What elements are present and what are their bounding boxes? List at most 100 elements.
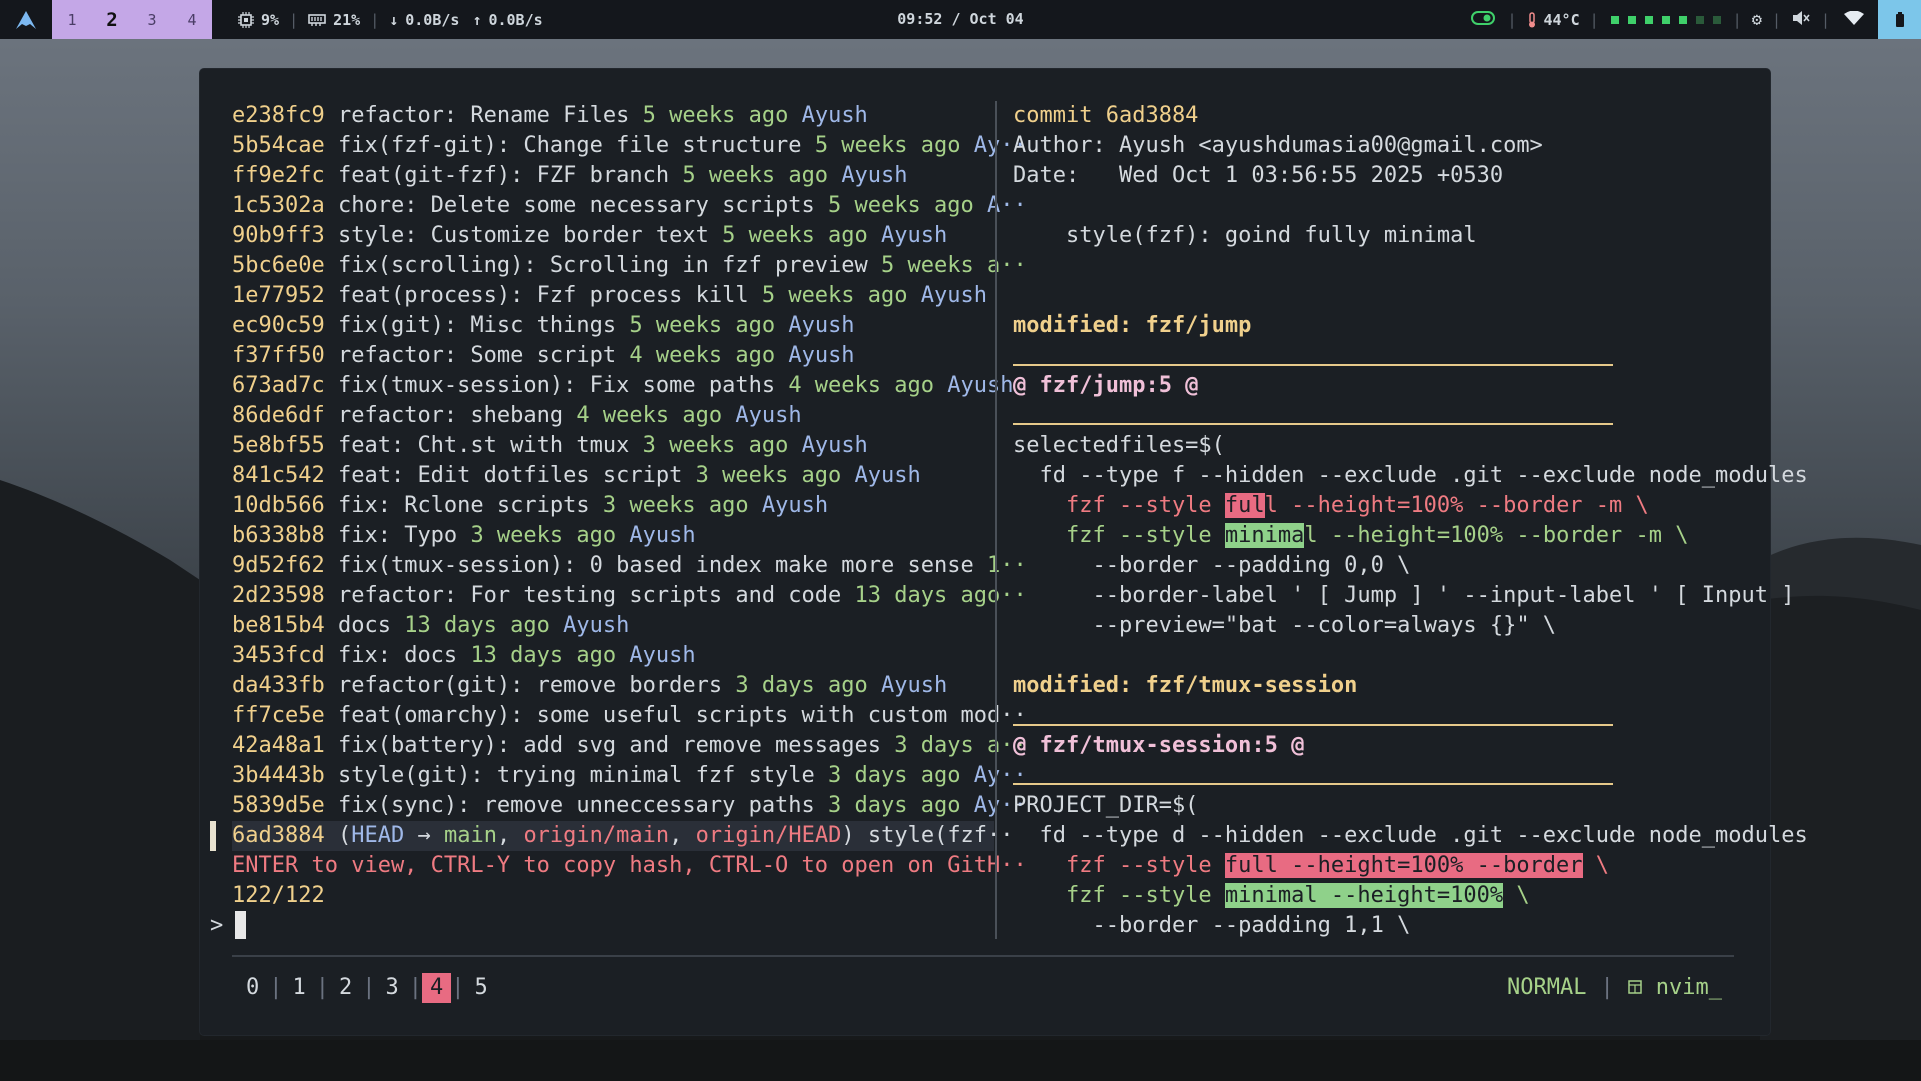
workspace-3[interactable]: 3 xyxy=(132,0,172,39)
separator: | xyxy=(370,10,380,29)
commit-hash: 5b54cae xyxy=(232,133,325,158)
commit-hash: ff9e2fc xyxy=(232,163,325,188)
commit-time: 5 weeks ago xyxy=(828,193,974,218)
commit-row[interactable]: 841c542 feat: Edit dotfiles script 3 wee… xyxy=(232,461,994,491)
commit-hash: 2d23598 xyxy=(232,583,325,608)
separator: | xyxy=(1820,10,1830,29)
settings-gear-icon[interactable]: ⚙ xyxy=(1742,10,1772,30)
arch-logo-icon[interactable] xyxy=(0,0,52,39)
commit-row[interactable]: be815b4 docs 13 days ago Ayush xyxy=(232,611,994,641)
commit-preview-pane[interactable]: commit 6ad3884 Author: Ayush <ayushdumas… xyxy=(1013,101,1808,941)
commit-row[interactable]: e238fc9 refactor: Rename Files 5 weeks a… xyxy=(232,101,994,131)
commit-row[interactable]: ec90c59 fix(git): Misc things 5 weeks ag… xyxy=(232,311,994,341)
tmux-window-3[interactable]: 3 xyxy=(376,973,409,1003)
commit-row[interactable]: 3453fcd fix: docs 13 days ago Ayush xyxy=(232,641,994,671)
tmux-window-5[interactable]: 5 xyxy=(465,973,498,1003)
commit-row[interactable]: b6338b8 fix: Typo 3 weeks ago Ayush xyxy=(232,521,994,551)
commit-row[interactable]: 5e8bf55 feat: Cht.st with tmux 3 weeks a… xyxy=(232,431,994,461)
git-log-pane[interactable]: e238fc9 refactor: Rename Files 5 weeks a… xyxy=(210,101,1027,941)
cpu-stat[interactable]: 9% xyxy=(212,11,289,29)
commit-author: Ayush xyxy=(788,343,855,368)
commit-message: fix(battery): add svg and remove message… xyxy=(337,733,882,758)
commit-hash: 3453fcd xyxy=(232,643,325,668)
commit-hash: be815b4 xyxy=(232,613,325,638)
commit-row[interactable]: 673ad7c fix(tmux-session): Fix some path… xyxy=(232,371,1014,401)
commit-row[interactable]: 3b4443b style(git): trying minimal fzf s… xyxy=(232,761,1027,791)
commit-message: fix: Typo xyxy=(337,523,458,548)
commit-author: Ayush xyxy=(854,463,921,488)
cpu-value: 9% xyxy=(261,10,280,29)
commit-message: feat: Edit dotfiles script xyxy=(337,463,683,488)
workspace-4[interactable]: 4 xyxy=(172,0,212,39)
vim-mode: NORMAL xyxy=(1507,975,1587,1000)
system-tray: | 44°C | | ⚙ | | xyxy=(1459,0,1921,39)
commit-author: Ayush xyxy=(801,433,868,458)
network-stat[interactable]: ↓ 0.0B/s ↑ 0.0B/s xyxy=(379,11,552,29)
commit-author: Ayush xyxy=(629,643,696,668)
commit-message: style(fzf·· xyxy=(867,823,1014,848)
commit-hash: 5839d5e xyxy=(232,793,325,818)
commit-row[interactable]: ff7ce5e feat(omarchy): some useful scrip… xyxy=(232,701,1027,731)
memory-stat[interactable]: 21% xyxy=(298,11,370,29)
commit-time: 5 weeks ago xyxy=(642,103,789,128)
commit-row[interactable]: 5839d5e fix(sync): remove unneccessary p… xyxy=(232,791,1027,821)
commit-row[interactable]: 5b54cae fix(fzf-git): Change file struct… xyxy=(232,131,1027,161)
commit-author: Ayush xyxy=(920,283,988,308)
commit-row[interactable]: 90b9ff3 style: Customize border text 5 w… xyxy=(232,221,994,251)
tmux-window-2[interactable]: 2 xyxy=(329,973,362,1003)
tmux-window-0[interactable]: 0 xyxy=(236,973,269,1003)
terminal-window[interactable]: e238fc9 refactor: Rename Files 5 weeks a… xyxy=(200,69,1808,1035)
help-line: ENTER to view, CTRL-Y to copy hash, CTRL… xyxy=(232,853,1027,878)
branch-origin-main: origin/main xyxy=(523,823,670,848)
commit-message: feat(git-fzf): FZF branch xyxy=(337,163,670,188)
battery-icon[interactable] xyxy=(1878,0,1921,39)
wifi-icon[interactable] xyxy=(1830,10,1878,29)
commit-row[interactable]: 10db566 fix: Rclone scripts 3 weeks ago … xyxy=(232,491,994,521)
temperature-value: 44°C xyxy=(1543,10,1580,29)
commit-row[interactable]: ff9e2fc feat(git-fzf): FZF branch 5 week… xyxy=(232,161,994,191)
commit-row[interactable]: 1c5302a chore: Delete some necessary scr… xyxy=(232,191,1027,221)
commit-row[interactable]: 5bc6e0e fix(scrolling): Scrolling in fzf… xyxy=(232,251,1027,281)
commit-row[interactable]: 86de6df refactor: shebang 4 weeks ago Ay… xyxy=(232,401,994,431)
workspace-2[interactable]: 2 xyxy=(92,0,132,39)
commit-author: Ayush xyxy=(881,673,948,698)
diff-removed-line: fzf --style full --height=100% --border … xyxy=(1013,853,1610,878)
commit-hash: 1c5302a xyxy=(232,193,325,218)
commit-time: 3 days ago xyxy=(735,673,868,698)
commit-row[interactable]: f37ff50 refactor: Some script 4 weeks ag… xyxy=(232,341,994,371)
diff-removed-line: fzf --style full --height=100% --border … xyxy=(1013,493,1649,518)
section-rule xyxy=(1013,783,1613,785)
commit-row[interactable]: da433fb refactor(git): remove borders 3 … xyxy=(232,671,994,701)
commit-message: refactor: shebang xyxy=(337,403,564,428)
commit-message: refactor(git): remove borders xyxy=(337,673,723,698)
commit-hash: b6338b8 xyxy=(232,523,325,548)
tmux-window-1[interactable]: 1 xyxy=(283,973,316,1003)
temperature-stat[interactable]: 44°C xyxy=(1517,11,1590,29)
memory-value: 21% xyxy=(333,10,361,29)
workspace-activity-dots xyxy=(1599,15,1733,24)
pane-divider[interactable] xyxy=(995,101,997,939)
search-prompt[interactable]: > xyxy=(210,911,994,941)
diff-added-line: fzf --style minimal --height=100% --bord… xyxy=(1013,523,1689,548)
commit-author: Ayush xyxy=(881,223,948,248)
commit-author: Ayush xyxy=(629,523,696,548)
commit-message: fix(sync): remove unneccessary paths xyxy=(337,793,815,818)
commit-row[interactable]: 1e77952 feat(process): Fzf process kill … xyxy=(232,281,994,311)
commit-time: 13 days ago·· xyxy=(854,583,1027,608)
commit-row[interactable]: 9d52f62 fix(tmux-session): 0 based index… xyxy=(232,551,1027,581)
commit-time: 3 weeks ago xyxy=(470,523,617,548)
tmux-window-4-active[interactable]: 4 xyxy=(422,973,452,1003)
commit-row[interactable]: 2d23598 refactor: For testing scripts an… xyxy=(232,581,1027,611)
commit-message: chore: Delete some necessary scripts xyxy=(337,193,815,218)
commit-message: style(git): trying minimal fzf style xyxy=(337,763,815,788)
selected-commit-row[interactable]: 6ad3884 (HEAD → main, origin/main, origi… xyxy=(210,821,1014,851)
commit-message: fix(tmux-session): 0 based index make mo… xyxy=(337,553,974,578)
commit-author: Ayush xyxy=(563,613,630,638)
match-counter: 122/122 xyxy=(232,883,325,908)
toggle-icon[interactable] xyxy=(1459,10,1507,29)
commit-message: refactor: For testing scripts and code xyxy=(337,583,842,608)
commit-row[interactable]: 42a48a1 fix(battery): add svg and remove… xyxy=(232,731,1027,761)
workspace-1[interactable]: 1 xyxy=(52,0,92,39)
volume-muted-icon[interactable] xyxy=(1781,10,1821,30)
